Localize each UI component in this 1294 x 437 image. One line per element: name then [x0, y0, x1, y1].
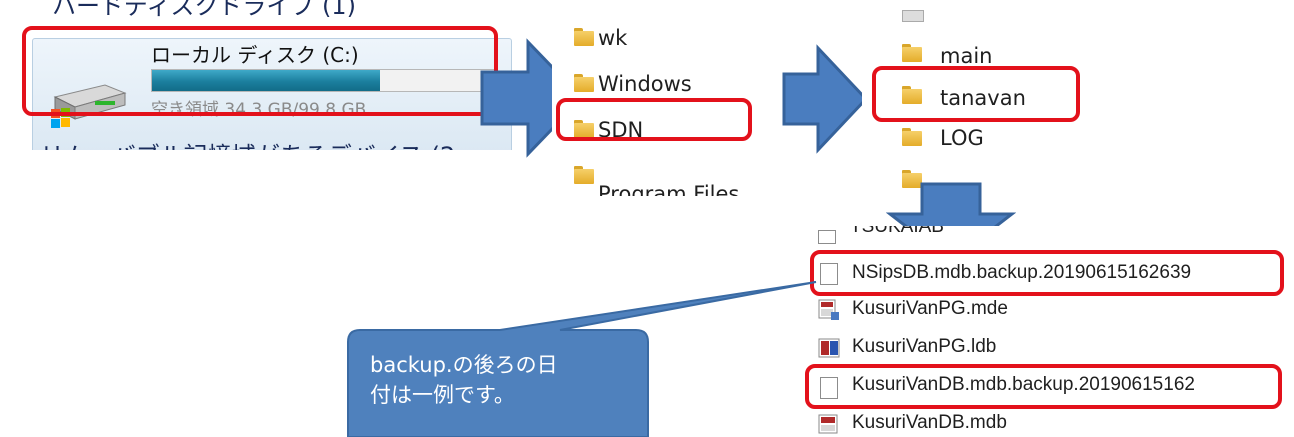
callout-text: backup.の後ろの日 付は一例です。: [370, 350, 640, 410]
callout-bubble: [347, 281, 817, 437]
callout-line-1: backup.の後ろの日: [370, 353, 558, 377]
callout-line-2: 付は一例です。: [370, 383, 515, 407]
